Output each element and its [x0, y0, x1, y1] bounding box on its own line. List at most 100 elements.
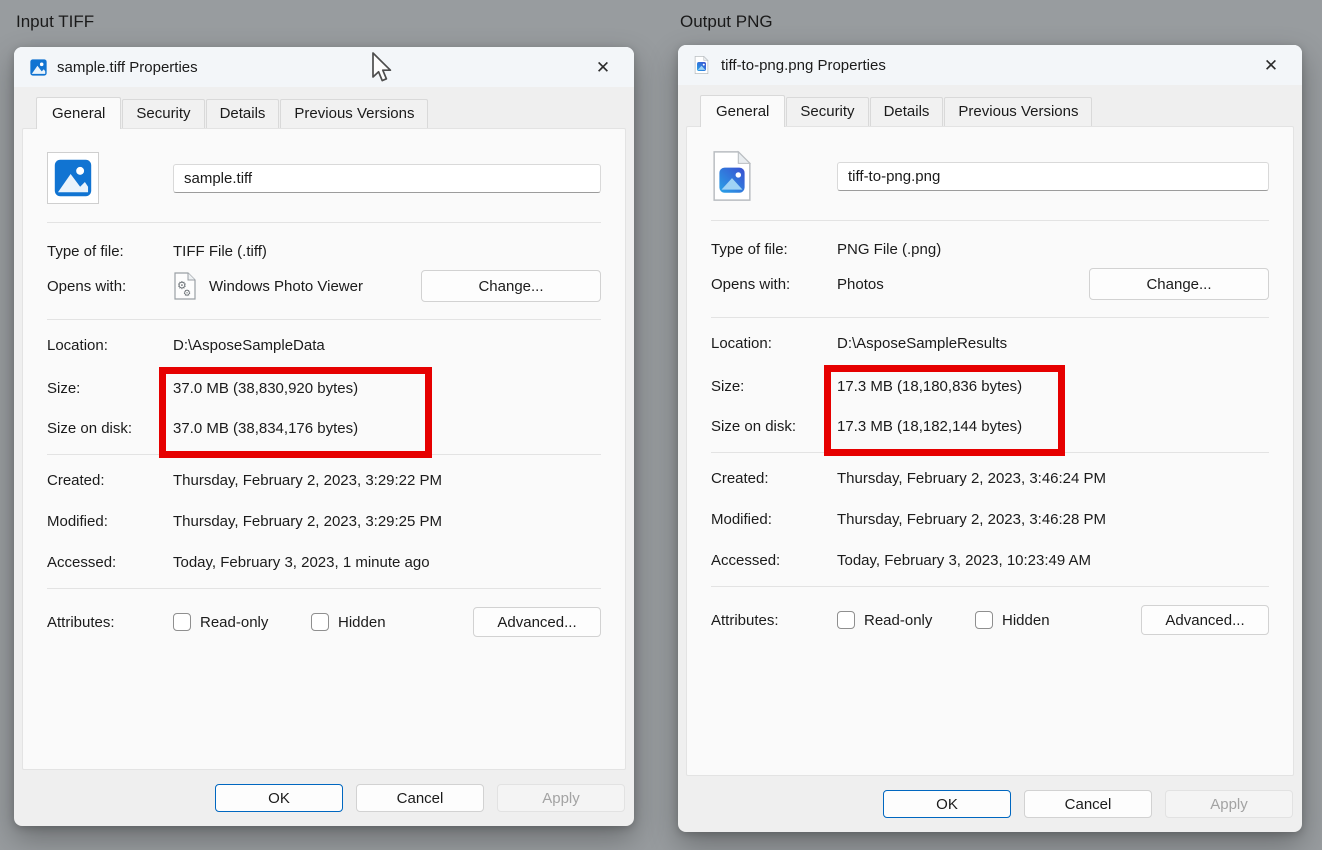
general-tab-page: Type of file: TIFF File (.tiff) Opens wi…	[22, 128, 626, 770]
readonly-label: Read-only	[864, 612, 932, 629]
tab-security[interactable]: Security	[786, 97, 868, 126]
readonly-checkbox[interactable]	[837, 611, 855, 629]
readonly-attribute: Read-only	[837, 611, 975, 629]
filename-input[interactable]	[837, 162, 1269, 191]
tab-strip: General Security Details Previous Versio…	[678, 85, 1302, 126]
modified-label: Modified:	[711, 511, 837, 528]
size-value: 37.0 MB (38,830,920 bytes)	[173, 380, 358, 397]
accessed-row: Accessed: Today, February 3, 2023, 1 min…	[47, 554, 601, 571]
tab-general[interactable]: General	[36, 97, 121, 129]
size-on-disk-label: Size on disk:	[47, 420, 173, 437]
readonly-checkbox[interactable]	[173, 613, 191, 631]
tab-details[interactable]: Details	[206, 99, 280, 128]
size-on-disk-row: Size on disk: 17.3 MB (18,182,144 bytes)	[711, 418, 1269, 435]
created-row: Created: Thursday, February 2, 2023, 3:2…	[47, 472, 601, 489]
created-value: Thursday, February 2, 2023, 3:46:24 PM	[837, 470, 1106, 487]
hidden-checkbox[interactable]	[311, 613, 329, 631]
attributes-row: Attributes: Read-only Hidden Advanced...	[711, 604, 1269, 636]
tiff-image-icon	[30, 57, 47, 77]
properties-dialog-tiff: sample.tiff Properties ✕ General Securit…	[14, 47, 634, 826]
hidden-label: Hidden	[338, 614, 386, 631]
hidden-label: Hidden	[1002, 612, 1050, 629]
type-of-file-row: Type of file: TIFF File (.tiff)	[47, 243, 601, 260]
change-button[interactable]: Change...	[1089, 268, 1269, 300]
tiff-file-icon	[47, 152, 99, 204]
attributes-row: Attributes: Read-only Hidden Advanced...	[47, 606, 601, 638]
size-label: Size:	[47, 380, 173, 397]
png-file-icon-small	[694, 55, 711, 75]
dialog-footer: OK Cancel Apply	[14, 770, 634, 826]
titlebar[interactable]: tiff-to-png.png Properties ✕	[678, 45, 1302, 85]
filename-row	[711, 149, 1269, 203]
cancel-button[interactable]: Cancel	[356, 784, 484, 812]
properties-dialog-png: tiff-to-png.png Properties ✕ General Sec…	[678, 45, 1302, 832]
attributes-label: Attributes:	[711, 612, 837, 629]
filename-input[interactable]	[173, 164, 601, 193]
size-on-disk-value: 37.0 MB (38,834,176 bytes)	[173, 420, 358, 437]
tab-previous-versions[interactable]: Previous Versions	[944, 97, 1092, 126]
hidden-checkbox[interactable]	[975, 611, 993, 629]
apply-button[interactable]: Apply	[1165, 790, 1293, 818]
close-icon[interactable]: ✕	[590, 59, 616, 76]
divider	[47, 222, 601, 223]
divider	[711, 220, 1269, 221]
divider	[47, 454, 601, 455]
readonly-attribute: Read-only	[173, 613, 311, 631]
panel-heading-output-png: Output PNG	[680, 12, 773, 32]
close-icon[interactable]: ✕	[1258, 57, 1284, 74]
type-of-file-label: Type of file:	[47, 243, 173, 260]
cancel-button[interactable]: Cancel	[1024, 790, 1152, 818]
type-of-file-value: TIFF File (.tiff)	[173, 243, 267, 260]
ok-button[interactable]: OK	[883, 790, 1011, 818]
tab-security[interactable]: Security	[122, 99, 204, 128]
change-button[interactable]: Change...	[421, 270, 601, 302]
opens-with-value: Photos	[837, 276, 884, 293]
titlebar[interactable]: sample.tiff Properties ✕	[14, 47, 634, 87]
modified-label: Modified:	[47, 513, 173, 530]
dialog-footer: OK Cancel Apply	[678, 776, 1302, 832]
apply-button[interactable]: Apply	[497, 784, 625, 812]
modified-value: Thursday, February 2, 2023, 3:46:28 PM	[837, 511, 1106, 528]
opens-with-row: Opens with: Photos Change...	[711, 268, 1269, 300]
size-on-disk-label: Size on disk:	[711, 418, 837, 435]
accessed-value: Today, February 3, 2023, 1 minute ago	[173, 554, 430, 571]
divider	[711, 317, 1269, 318]
type-of-file-value: PNG File (.png)	[837, 241, 941, 258]
created-label: Created:	[47, 472, 173, 489]
advanced-button[interactable]: Advanced...	[473, 607, 601, 637]
svg-text:⚙: ⚙	[183, 288, 191, 298]
tab-details[interactable]: Details	[870, 97, 944, 126]
accessed-row: Accessed: Today, February 3, 2023, 10:23…	[711, 552, 1269, 569]
accessed-value: Today, February 3, 2023, 10:23:49 AM	[837, 552, 1091, 569]
readonly-label: Read-only	[200, 614, 268, 631]
mouse-cursor-icon	[370, 52, 394, 89]
tab-general[interactable]: General	[700, 95, 785, 127]
location-value: D:\AsposeSampleData	[173, 337, 325, 354]
ok-button[interactable]: OK	[215, 784, 343, 812]
type-of-file-label: Type of file:	[711, 241, 837, 258]
app-gears-file-icon: ⚙⚙	[173, 272, 197, 300]
panel-heading-input-tiff: Input TIFF	[16, 12, 94, 32]
divider	[47, 588, 601, 589]
general-tab-page: Type of file: PNG File (.png) Opens with…	[686, 126, 1294, 776]
dialog-title: sample.tiff Properties	[57, 59, 198, 76]
attributes-label: Attributes:	[47, 614, 173, 631]
dates-block: Created: Thursday, February 2, 2023, 3:4…	[711, 470, 1269, 569]
hidden-attribute: Hidden	[311, 613, 386, 631]
dates-block: Created: Thursday, February 2, 2023, 3:2…	[47, 472, 601, 571]
size-group: Size: 17.3 MB (18,180,836 bytes) Size on…	[711, 378, 1269, 435]
size-value: 17.3 MB (18,180,836 bytes)	[837, 378, 1022, 395]
filename-row	[47, 151, 601, 205]
created-value: Thursday, February 2, 2023, 3:29:22 PM	[173, 472, 442, 489]
accessed-label: Accessed:	[711, 552, 837, 569]
divider	[711, 452, 1269, 453]
opens-with-label: Opens with:	[47, 278, 173, 295]
location-row: Location: D:\AsposeSampleResults	[711, 335, 1269, 352]
created-row: Created: Thursday, February 2, 2023, 3:4…	[711, 470, 1269, 487]
modified-value: Thursday, February 2, 2023, 3:29:25 PM	[173, 513, 442, 530]
opens-with-value: Windows Photo Viewer	[209, 278, 363, 295]
tab-previous-versions[interactable]: Previous Versions	[280, 99, 428, 128]
size-on-disk-row: Size on disk: 37.0 MB (38,834,176 bytes)	[47, 420, 601, 437]
location-label: Location:	[47, 337, 173, 354]
advanced-button[interactable]: Advanced...	[1141, 605, 1269, 635]
